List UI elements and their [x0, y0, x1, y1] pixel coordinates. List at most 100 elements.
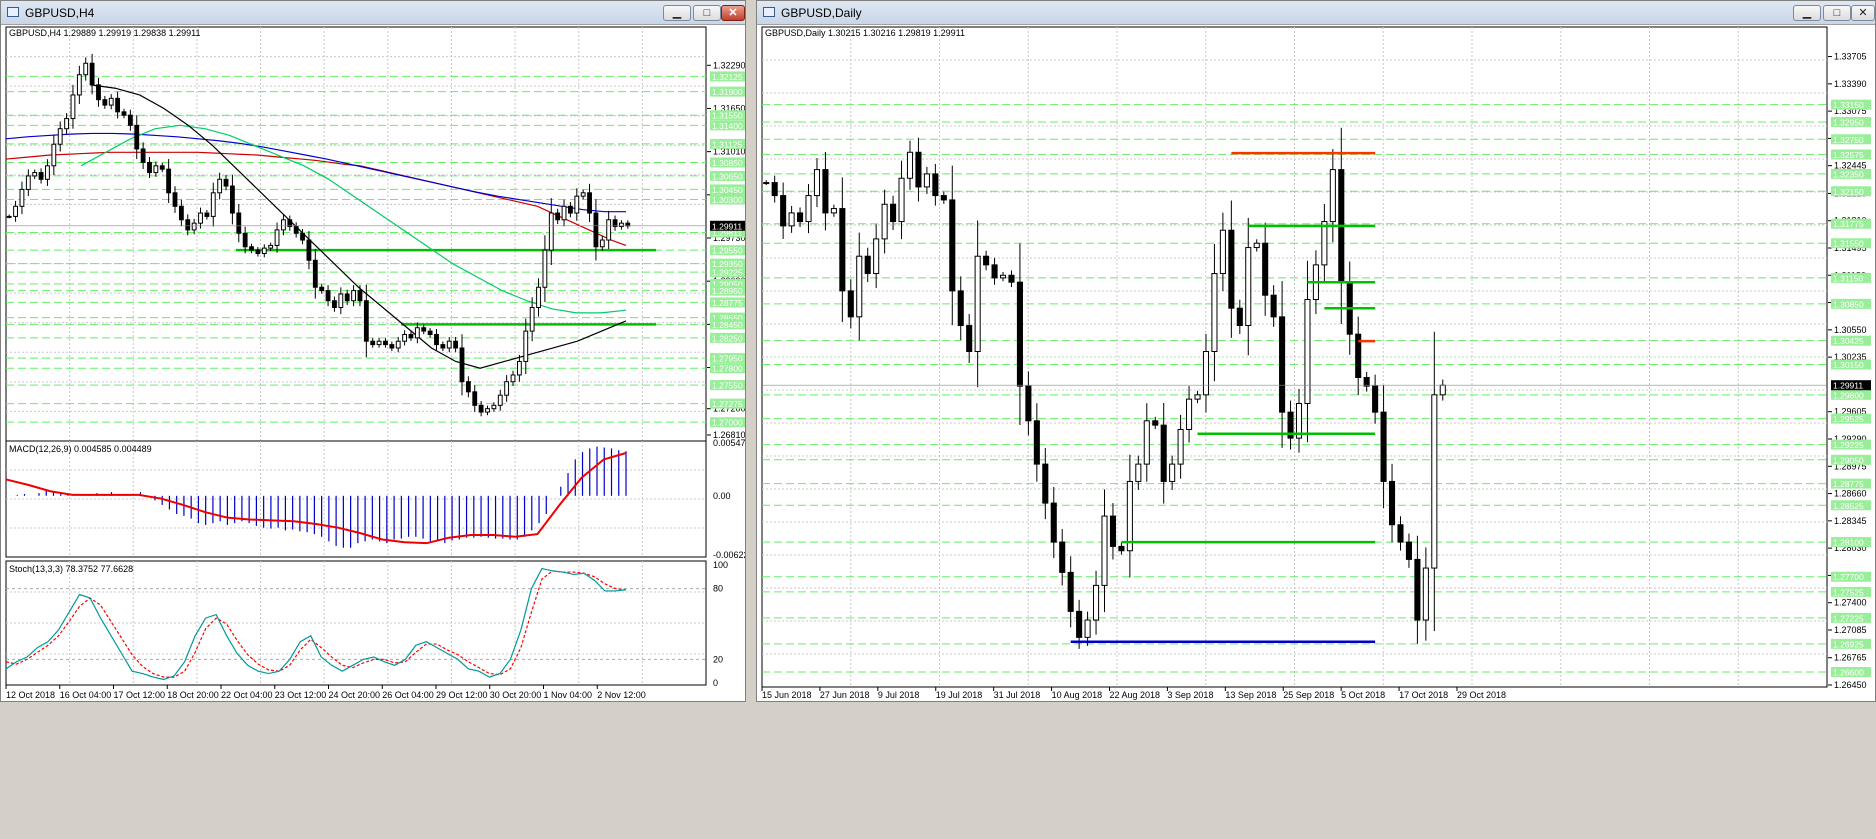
minimize-button[interactable]: ▁	[1793, 5, 1821, 21]
h4-candle	[306, 239, 312, 261]
daily-candle	[1262, 242, 1269, 296]
h4-candle	[51, 143, 57, 167]
daily-candle	[1152, 420, 1159, 426]
daily-price-badge-label: 1.28100	[1833, 538, 1864, 548]
daily-candle	[1067, 571, 1074, 612]
h4-candle	[338, 293, 344, 308]
close-button[interactable]: ✕	[721, 5, 745, 21]
daily-price-badge-label: 1.32950	[1833, 117, 1864, 127]
daily-price-badge-label: 1.28525	[1833, 501, 1864, 511]
h4-candle	[440, 344, 446, 349]
h4-candle	[529, 306, 535, 332]
daily-candle	[1109, 515, 1116, 547]
daily-price-tick-label: 1.30550	[1834, 325, 1867, 335]
daily-window-titlebar[interactable]: GBPUSD,Daily ▁ □ ✕	[757, 1, 1875, 25]
h4-candle	[242, 232, 248, 248]
daily-candle	[1202, 351, 1210, 396]
h4-candle	[70, 94, 76, 120]
maximize-button[interactable]: □	[693, 5, 721, 21]
minimize-button[interactable]: ▁	[663, 5, 691, 21]
h4-candle	[19, 188, 25, 207]
h4-candle	[185, 219, 191, 231]
h4-candle	[38, 172, 44, 180]
h4-candle	[625, 222, 631, 227]
h4-candle	[542, 249, 548, 288]
h4-price-badge-label: 1.27550	[712, 381, 743, 391]
maximize-icon: □	[1833, 7, 1841, 19]
h4-candle	[115, 97, 121, 113]
h4-candle	[351, 290, 356, 302]
close-button[interactable]: ✕	[1851, 5, 1875, 21]
daily-price-badge-label: 1.31550	[1833, 239, 1864, 249]
h4-chart-window[interactable]: GBPUSD,H4 ▁ □ ✕ GBPUSD,H4 1.29889 1.2991…	[0, 0, 746, 702]
daily-chart-window[interactable]: GBPUSD,Daily ▁ □ ✕ GBPUSD,Daily 1.30215 …	[756, 0, 1876, 702]
daily-candle	[780, 195, 787, 227]
h4-candle	[204, 212, 210, 217]
daily-candle	[1228, 229, 1235, 309]
h4-candle	[255, 249, 261, 255]
daily-candle	[1431, 394, 1438, 569]
h4-candle	[293, 226, 299, 234]
h4-candle	[599, 239, 605, 248]
daily-candle	[940, 195, 947, 201]
daily-candle	[1169, 463, 1176, 482]
daily-price-tick-label: 1.27085	[1834, 625, 1867, 635]
h4-candle	[421, 327, 427, 332]
daily-price-badge-label: 1.30850	[1833, 299, 1864, 309]
daily-candle	[890, 203, 897, 223]
h4-price-badge-label: 1.27000	[712, 418, 743, 428]
h4-chart-area[interactable]: GBPUSD,H4 1.29889 1.29919 1.29838 1.2991…	[1, 25, 745, 701]
daily-candle	[1126, 480, 1133, 552]
h4-candle	[223, 178, 229, 187]
macd-label: MACD(12,26,9) 0.004585 0.004489	[9, 444, 152, 454]
h4-candle	[274, 229, 280, 246]
daily-candle	[957, 290, 964, 327]
daily-time-label: 9 Jul 2018	[878, 690, 920, 700]
daily-price-badge-label: 1.28775	[1833, 479, 1864, 489]
daily-candle	[1194, 394, 1201, 400]
daily-candle	[1363, 376, 1370, 387]
daily-price-badge-label: 1.33150	[1833, 100, 1864, 110]
h4-candle	[414, 327, 420, 339]
daily-price-badge-label: 1.32150	[1833, 187, 1864, 197]
h4-candle	[89, 62, 95, 86]
h4-candle	[536, 286, 541, 308]
daily-price-badge-label: 1.30150	[1833, 360, 1864, 370]
h4-candle	[504, 381, 510, 396]
daily-candle	[974, 255, 981, 353]
h4-candle	[446, 340, 452, 349]
h4-candle	[6, 215, 12, 218]
h4-price-badge-label: 1.29550	[712, 246, 743, 256]
h4-candle	[127, 114, 133, 126]
h4-price-tick-label: 1.32290	[713, 60, 745, 70]
maximize-button[interactable]: □	[1823, 5, 1851, 21]
daily-candle	[1025, 385, 1032, 422]
daily-price-badge-label: 1.26600	[1833, 668, 1864, 678]
h4-time-label: 16 Oct 04:00	[60, 690, 112, 700]
h4-candle	[344, 293, 350, 302]
h4-price-badge-label: 1.28775	[712, 298, 743, 308]
h4-time-label: 17 Oct 12:00	[114, 690, 166, 700]
daily-time-label: 25 Sep 2018	[1283, 690, 1334, 700]
daily-candle	[923, 173, 930, 188]
h4-candle	[580, 192, 586, 197]
h4-candle	[568, 205, 573, 214]
h4-window-titlebar[interactable]: GBPUSD,H4 ▁ □ ✕	[1, 1, 745, 25]
h4-candle	[561, 205, 567, 221]
h4-time-label: 29 Oct 12:00	[436, 690, 488, 700]
daily-chart-area[interactable]: GBPUSD,Daily 1.30215 1.30216 1.29819 1.2…	[757, 25, 1875, 701]
daily-candle	[839, 208, 846, 292]
h4-candle	[25, 175, 31, 190]
h4-candle	[485, 408, 490, 413]
daily-candle	[1380, 411, 1387, 482]
h4-price-badge-label: 1.31550	[712, 111, 743, 121]
daily-candle	[932, 173, 939, 197]
h4-candle	[108, 97, 114, 106]
h4-candle	[261, 247, 267, 255]
h4-time-label: 12 Oct 2018	[6, 690, 55, 700]
stoch-axis-label: 100	[713, 560, 728, 570]
daily-candle	[788, 212, 795, 227]
h4-candle	[478, 404, 484, 413]
h4-candle	[357, 290, 363, 302]
h4-price-badge-label: 1.27950	[712, 354, 743, 364]
